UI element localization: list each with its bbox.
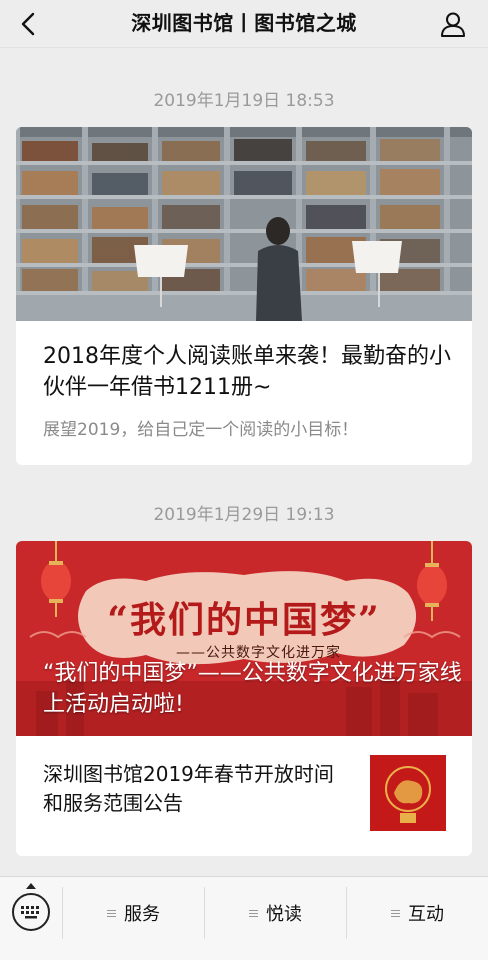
menu-lines-icon xyxy=(391,908,400,919)
main-article-title: “我们的中国梦”——公共数字文化进万家线上活动启动啦! xyxy=(43,661,462,717)
article-digest: 展望2019，给自己定一个阅读的小目标！ xyxy=(43,420,359,440)
message-timestamp: 2019年1月29日 19:13 xyxy=(153,505,335,525)
keyboard-icon xyxy=(21,906,39,919)
article-title: 2018年度个人阅读账单来袭！最勤奋的小伙伴一年借书1211册~ xyxy=(43,344,451,400)
sub-article[interactable]: 深圳图书馆2019年春节开放时间和服务范围公告 xyxy=(16,736,472,856)
caret-up-icon xyxy=(26,883,36,889)
menu-item-interaction[interactable]: 互动 xyxy=(347,887,488,939)
chevron-left-icon xyxy=(21,12,35,36)
menu-item-service[interactable]: 服务 xyxy=(63,887,204,939)
page-title: 深圳图书馆丨图书馆之城 xyxy=(131,11,357,35)
keyboard-toggle-button[interactable] xyxy=(12,893,50,931)
menu-lines-icon xyxy=(107,908,116,919)
menu-item-label: 互动 xyxy=(408,904,444,925)
article-cover-image xyxy=(16,127,472,321)
message-timestamp: 2019年1月19日 18:53 xyxy=(153,91,335,111)
navbar: 深圳图书馆丨图书馆之城 xyxy=(0,0,488,48)
menu-item-reading[interactable]: 悦读 xyxy=(205,887,346,939)
cover-calligraphy: “我们的中国梦” xyxy=(107,599,381,641)
article-group-card: “我们的中国梦” ——公共数字文化进万家 “我们的中国梦”——公共数字文化进万家… xyxy=(16,541,472,856)
article-card[interactable]: 2018年度个人阅读账单来袭！最勤奋的小伙伴一年借书1211册~ 展望2019，… xyxy=(16,127,472,465)
main-article[interactable]: “我们的中国梦” ——公共数字文化进万家 “我们的中国梦”——公共数字文化进万家… xyxy=(16,541,472,736)
menu-item-label: 服务 xyxy=(124,904,160,925)
bottom-menu-bar: 服务 悦读 互动 xyxy=(0,876,488,960)
menu-lines-icon xyxy=(249,908,258,919)
sub-article-thumbnail xyxy=(370,755,446,831)
profile-button[interactable] xyxy=(436,7,470,41)
sub-article-title: 深圳图书馆2019年春节开放时间和服务范围公告 xyxy=(43,762,334,815)
user-icon xyxy=(441,12,465,37)
menu-item-label: 悦读 xyxy=(266,904,302,925)
back-button[interactable] xyxy=(12,8,44,40)
